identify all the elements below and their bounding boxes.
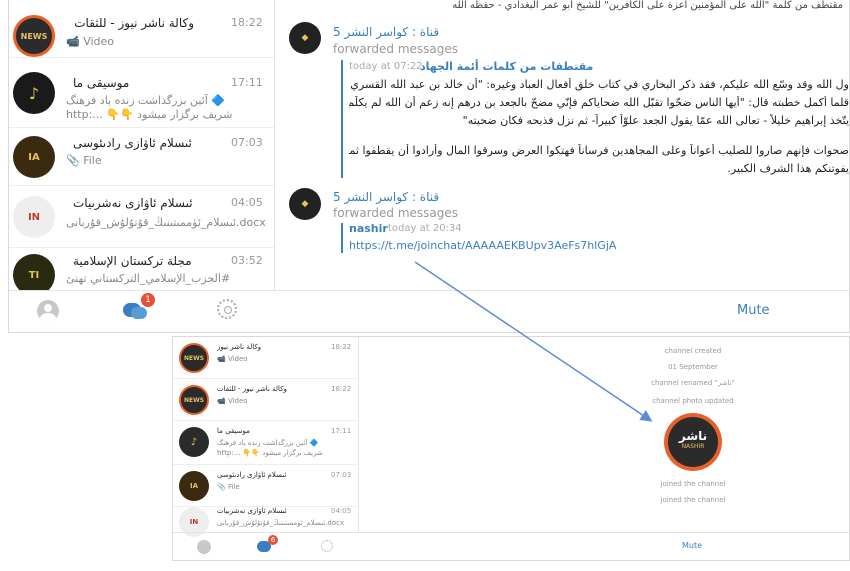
annotation-arrow bbox=[414, 261, 653, 422]
